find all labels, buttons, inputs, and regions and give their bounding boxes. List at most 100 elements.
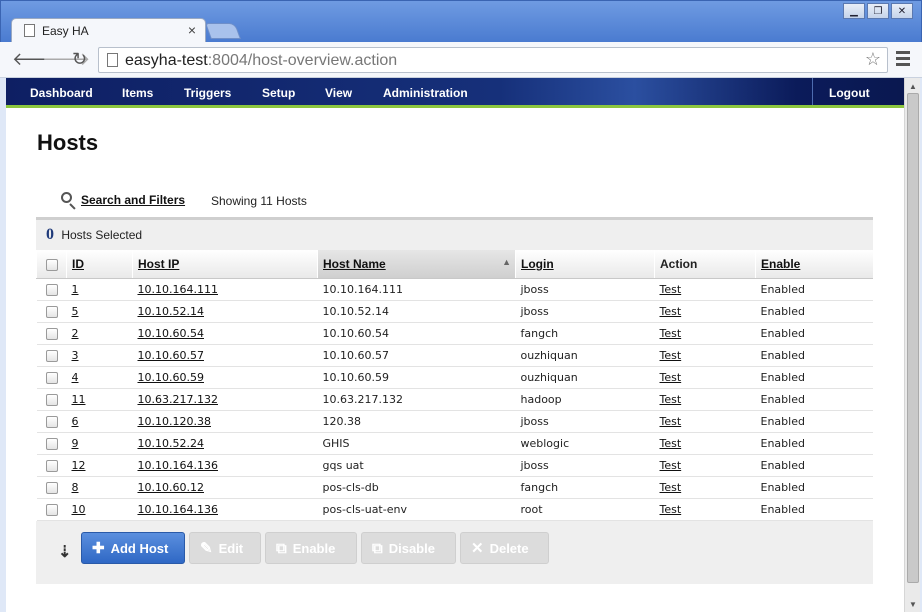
enable-status: Enabled <box>760 392 805 406</box>
host-login-cell: jboss <box>515 454 655 477</box>
host-ip-link[interactable]: 10.10.164.136 <box>138 503 218 516</box>
address-bar[interactable]: easyha-test:8004/host-overview.action ☆ <box>98 47 888 73</box>
vertical-scrollbar[interactable]: ▲ ▼ <box>904 78 920 612</box>
row-checkbox[interactable] <box>45 503 58 516</box>
selected-count: 0 <box>46 226 54 243</box>
edit-button[interactable]: ✎ Edit <box>189 532 261 564</box>
test-action-link[interactable]: Test <box>660 481 682 494</box>
host-id-link[interactable]: 4 <box>72 371 79 384</box>
reload-icon[interactable]: ↻ <box>72 50 87 68</box>
test-action-link[interactable]: Test <box>660 459 682 472</box>
column-header-login[interactable]: Login <box>515 250 655 279</box>
test-action-link[interactable]: Test <box>660 305 682 318</box>
bookmark-star-icon[interactable]: ☆ <box>865 49 881 70</box>
nav-view[interactable]: View <box>325 86 352 100</box>
nav-items[interactable]: Items <box>122 86 153 100</box>
host-id-link[interactable]: 2 <box>72 327 79 340</box>
nav-triggers[interactable]: Triggers <box>184 86 231 100</box>
host-id-link[interactable]: 3 <box>72 349 79 362</box>
host-name: gqs uat <box>322 458 364 472</box>
logout-link[interactable]: Logout <box>829 86 870 100</box>
row-checkbox[interactable] <box>45 349 58 362</box>
minimize-button[interactable]: ▁ <box>843 3 865 19</box>
select-all-checkbox[interactable] <box>46 258 58 271</box>
row-checkbox[interactable] <box>45 481 58 494</box>
column-header-host-ip[interactable]: Host IP <box>132 250 318 279</box>
row-checkbox[interactable] <box>45 393 58 406</box>
host-id-link[interactable]: 8 <box>72 481 79 494</box>
host-name: 10.10.52.14 <box>322 304 389 318</box>
enable-status: Enabled <box>760 480 805 494</box>
table-row: 11 10.63.217.132 10.63.217.132 hadoop Test En… <box>36 388 873 411</box>
table-row: 10 10.10.164.136 pos-cls-uat-env root Test En… <box>36 498 873 521</box>
host-id-link[interactable]: 5 <box>72 305 79 318</box>
maximize-button[interactable]: ❐ <box>867 3 889 19</box>
host-login-cell: weblogic <box>515 432 655 455</box>
test-action-link[interactable]: Test <box>660 503 682 516</box>
search-icon[interactable] <box>61 192 77 210</box>
test-action-link[interactable]: Test <box>660 371 682 384</box>
test-action-link-cell: Test <box>654 476 756 499</box>
add-host-button[interactable]: ✚ Add Host <box>81 532 185 564</box>
host-ip-link[interactable]: 10.10.60.54 <box>138 327 204 340</box>
host-ip-link[interactable]: 10.10.60.57 <box>138 349 204 362</box>
test-action-link[interactable]: Test <box>660 393 682 406</box>
table-row: 9 10.10.52.24 GHIS weblogic Test Enabled <box>36 432 873 455</box>
test-action-link[interactable]: Test <box>660 415 682 428</box>
test-action-link-cell: Test <box>654 410 756 433</box>
scrollbar-thumb[interactable] <box>907 93 919 583</box>
host-id-link-cell: 9 <box>66 432 133 455</box>
enable-status: Enabled <box>760 502 805 516</box>
close-window-button[interactable]: ✕ <box>891 3 913 19</box>
column-header-action: Action <box>654 250 756 279</box>
host-login-cell: fangch <box>515 322 655 345</box>
column-header-id[interactable]: ID <box>66 250 133 279</box>
row-checkbox[interactable] <box>45 371 58 384</box>
host-ip-link[interactable]: 10.10.52.24 <box>138 437 204 450</box>
tab-close-icon[interactable]: × <box>188 22 196 38</box>
test-action-link[interactable]: Test <box>660 349 682 362</box>
scroll-up-icon[interactable]: ▲ <box>909 82 917 91</box>
disable-button[interactable]: ⧉ Disable <box>361 532 456 564</box>
row-checkbox[interactable] <box>45 327 58 340</box>
host-ip-link[interactable]: 10.63.217.132 <box>138 393 218 406</box>
host-id-link-cell: 5 <box>66 300 133 323</box>
host-ip-link[interactable]: 10.10.164.111 <box>138 283 218 296</box>
delete-button[interactable]: ✕ Delete <box>460 532 549 564</box>
scroll-down-icon[interactable]: ▼ <box>909 600 917 609</box>
test-action-link[interactable]: Test <box>660 283 682 296</box>
host-ip-link[interactable]: 10.10.52.14 <box>138 305 204 318</box>
new-tab-button[interactable] <box>205 23 241 39</box>
host-id-link[interactable]: 11 <box>72 393 86 406</box>
enable-status-cell: Enabled <box>755 322 873 345</box>
nav-setup[interactable]: Setup <box>262 86 295 100</box>
app-navbar: Dashboard Items Triggers Setup View Admi… <box>6 78 904 108</box>
browser-tab[interactable]: Easy HA × <box>11 18 206 43</box>
row-checkbox[interactable] <box>45 459 58 472</box>
host-ip-link-cell: 10.10.60.54 <box>132 322 318 345</box>
row-checkbox-cell <box>36 476 67 499</box>
row-checkbox[interactable] <box>45 415 58 428</box>
host-ip-link[interactable]: 10.10.120.38 <box>138 415 211 428</box>
host-id-link[interactable]: 9 <box>72 437 79 450</box>
nav-administration[interactable]: Administration <box>383 86 468 100</box>
row-checkbox[interactable] <box>45 437 58 450</box>
host-id-link[interactable]: 10 <box>72 503 86 516</box>
host-id-link-cell: 1 <box>66 278 133 301</box>
enable-button[interactable]: ⧉ Enable <box>265 532 357 564</box>
row-checkbox[interactable] <box>45 305 58 318</box>
search-and-filters-link[interactable]: Search and Filters <box>81 193 185 207</box>
host-id-link[interactable]: 1 <box>72 283 79 296</box>
host-ip-link[interactable]: 10.10.164.136 <box>138 459 218 472</box>
host-id-link[interactable]: 12 <box>72 459 86 472</box>
test-action-link[interactable]: Test <box>660 327 682 340</box>
column-header-host-name[interactable]: Host Name ▲ <box>317 250 516 279</box>
host-id-link[interactable]: 6 <box>72 415 79 428</box>
browser-menu-icon[interactable] <box>896 51 910 69</box>
host-ip-link[interactable]: 10.10.60.59 <box>138 371 204 384</box>
nav-dashboard[interactable]: Dashboard <box>30 86 93 100</box>
row-checkbox[interactable] <box>45 283 58 296</box>
column-header-enable[interactable]: Enable <box>755 250 873 279</box>
host-ip-link[interactable]: 10.10.60.12 <box>138 481 204 494</box>
test-action-link[interactable]: Test <box>660 437 682 450</box>
